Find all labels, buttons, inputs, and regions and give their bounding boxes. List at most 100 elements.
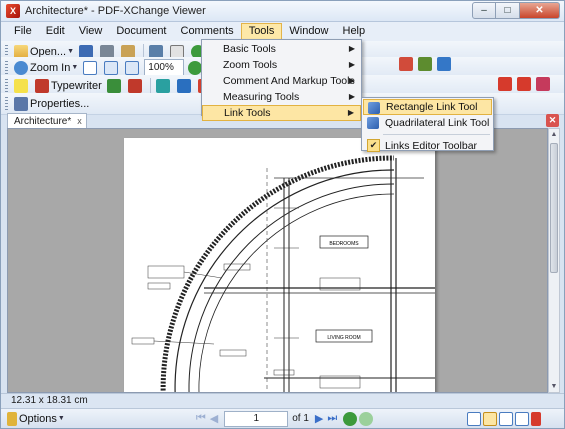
pdf-page[interactable]: BEDROOMS LIVING ROOM <box>124 138 435 392</box>
document-workspace[interactable]: BEDROOMS LIVING ROOM <box>7 128 548 393</box>
toolbar-separator <box>149 77 151 94</box>
highlight-text-icon <box>155 78 170 93</box>
current-page-input[interactable]: 1 <box>224 410 289 427</box>
last-page-icon[interactable]: ⏭ <box>327 412 337 425</box>
zoom-in-button[interactable]: Zoom In ▼ <box>12 59 80 77</box>
vertical-scrollbar[interactable]: ▲ ▼ <box>548 128 560 393</box>
menu-file[interactable]: File <box>7 23 39 40</box>
previous-page-icon[interactable]: ◀ <box>210 412 218 425</box>
navigation-bar: Options ▼ ⏮ ◀ 1 of 1 ▶ ⏭ <box>1 408 564 428</box>
submenu-arrow-icon: ▶ <box>348 92 355 101</box>
pencil-icon[interactable] <box>418 57 432 71</box>
close-button[interactable]: ✕ <box>520 2 560 19</box>
options-flag-icon <box>7 411 17 426</box>
rectangle-link-tool-item[interactable]: Rectangle Link Tool <box>363 99 492 115</box>
menu-comments[interactable]: Comments <box>174 23 241 40</box>
chevron-down-icon[interactable]: ▼ <box>71 64 78 71</box>
options-label: Options <box>19 412 57 425</box>
close-document-icon[interactable]: ✕ <box>546 114 559 127</box>
options-button[interactable]: Options ▼ <box>5 410 67 428</box>
tools-menu-item-zoom-tools[interactable]: Zoom Tools ▶ <box>202 57 361 73</box>
menu-edit[interactable]: Edit <box>39 23 72 40</box>
zoom-in-icon <box>14 60 28 75</box>
tools-menu-item-label: Basic Tools <box>223 43 276 55</box>
tools-menu-item-link-tools[interactable]: Link Tools ▶ <box>202 105 361 121</box>
menu-help[interactable]: Help <box>336 23 373 40</box>
maximize-button[interactable]: □ <box>496 2 520 19</box>
minimize-button[interactable]: – <box>472 2 496 19</box>
typewriter-button[interactable]: Typewriter <box>33 77 104 95</box>
chevron-down-icon[interactable]: ▼ <box>67 48 74 55</box>
underline-text-button[interactable] <box>175 77 195 95</box>
arrow-tool-icon[interactable] <box>498 77 512 91</box>
menu-window[interactable]: Window <box>282 23 335 40</box>
zoom-in-label: Zoom In <box>30 61 71 74</box>
chevron-down-icon[interactable]: ▼ <box>58 415 65 422</box>
toolbar-grip[interactable] <box>5 78 8 93</box>
textbox-button[interactable] <box>105 77 125 95</box>
highlight-text-button[interactable] <box>154 77 174 95</box>
callout-icon <box>127 78 142 93</box>
open-button-label: Open... <box>30 45 67 58</box>
page-dimensions: 12.31 x 18.31 cm <box>11 395 88 406</box>
actual-size-icon <box>83 60 98 75</box>
underline-text-icon <box>176 78 191 93</box>
sticky-note-icon <box>14 78 28 93</box>
checkmark-icon: ✔ <box>367 139 380 152</box>
back-view-icon[interactable] <box>343 411 358 426</box>
rectangle-link-icon <box>368 102 380 114</box>
properties-icon <box>14 96 28 111</box>
typewriter-icon <box>35 78 49 93</box>
links-editor-toolbar-item[interactable]: ✔ Links Editor Toolbar <box>363 138 492 154</box>
zoom-level-input[interactable]: 100% <box>144 59 185 76</box>
properties-button[interactable]: Properties... <box>12 95 91 113</box>
next-page-icon[interactable]: ▶ <box>315 412 323 425</box>
page-total: of 1 <box>292 413 309 424</box>
sticky-note-button[interactable] <box>12 77 32 95</box>
first-page-icon[interactable]: ⏮ <box>196 412 206 425</box>
menu-document[interactable]: Document <box>109 23 173 40</box>
continuous-facing-layout-icon[interactable] <box>515 411 530 426</box>
menu-separator <box>383 134 490 135</box>
pdf-xchange-app-icon[interactable]: X <box>6 4 20 18</box>
textbox-icon <box>106 78 121 93</box>
page-properties-icon[interactable] <box>531 411 542 426</box>
rectangle-link-tool-label: Rectangle Link Tool <box>386 101 478 113</box>
tools-menu-item-comment-and-markup-tools[interactable]: Comment And Markup Tools ▶ <box>202 73 361 89</box>
quadrilateral-link-tool-item[interactable]: Quadrilateral Link Tool <box>363 115 492 131</box>
forward-view-icon[interactable] <box>359 411 374 426</box>
measure-icon[interactable] <box>437 57 451 71</box>
document-tab-label: Architecture* <box>14 116 72 127</box>
document-tab[interactable]: Architecture* x <box>7 113 87 129</box>
fit-page-icon <box>104 60 119 75</box>
link-tools-submenu: Rectangle Link Tool Quadrilateral Link T… <box>361 97 494 154</box>
fit-page-button[interactable] <box>102 59 122 77</box>
polygon-tool-icon[interactable] <box>517 77 531 91</box>
fit-width-button[interactable] <box>123 59 143 77</box>
submenu-arrow-icon: ▶ <box>347 108 354 117</box>
tools-menu-item-label: Link Tools <box>224 107 271 119</box>
scroll-up-icon[interactable]: ▲ <box>549 129 559 140</box>
close-tab-icon[interactable]: x <box>77 114 82 129</box>
continuous-layout-icon[interactable] <box>483 411 498 426</box>
eraser-icon[interactable] <box>536 77 550 91</box>
submenu-arrow-icon: ▶ <box>348 44 355 53</box>
actual-size-button[interactable] <box>81 59 101 77</box>
menu-tools[interactable]: Tools <box>240 23 283 40</box>
quadrilateral-link-tool-label: Quadrilateral Link Tool <box>385 117 490 129</box>
status-bar: 12.31 x 18.31 cm <box>1 393 564 408</box>
title-bar: X Architecture* - PDF-XChange Viewer – □… <box>1 1 564 22</box>
callout-button[interactable] <box>126 77 146 95</box>
toolbar-grip[interactable] <box>5 96 8 111</box>
facing-layout-icon[interactable] <box>499 411 514 426</box>
tools-menu-item-measuring-tools[interactable]: Measuring Tools ▶ <box>202 89 361 105</box>
scroll-down-icon[interactable]: ▼ <box>549 381 559 392</box>
window-controls: – □ ✕ <box>472 2 560 19</box>
submenu-arrow-icon: ▶ <box>348 60 355 69</box>
toolbar-grip[interactable] <box>5 60 8 75</box>
single-page-layout-icon[interactable] <box>467 411 482 426</box>
menu-view[interactable]: View <box>72 23 110 40</box>
stamp-icon[interactable] <box>399 57 413 71</box>
tools-menu-item-basic-tools[interactable]: Basic Tools ▶ <box>202 41 361 57</box>
scrollbar-thumb[interactable] <box>550 143 558 273</box>
